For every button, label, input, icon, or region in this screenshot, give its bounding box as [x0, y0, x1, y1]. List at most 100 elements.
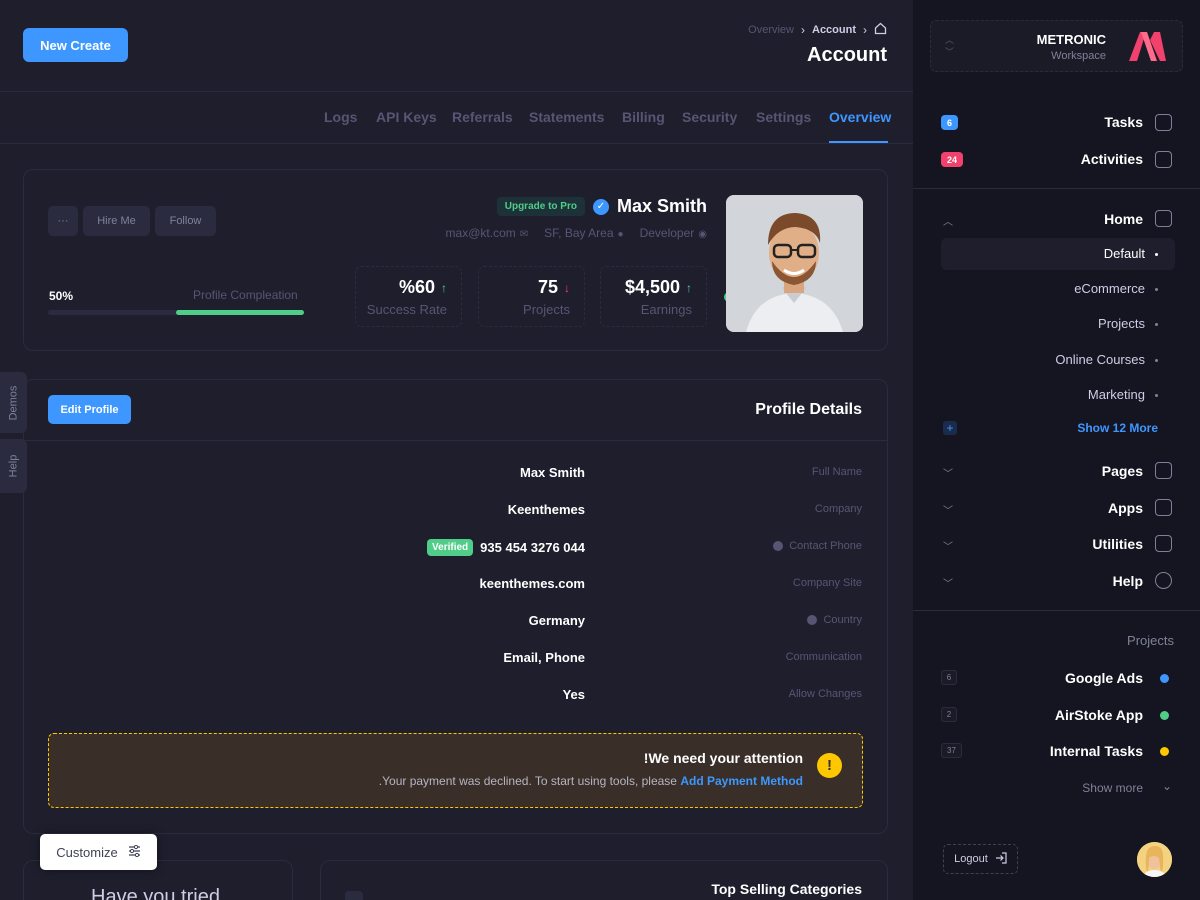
demos-side-tab[interactable]: Demos — [0, 372, 27, 433]
stat-success-rate: %60 ↑ Success Rate — [355, 266, 462, 327]
tab-statements[interactable]: Statements — [529, 109, 604, 125]
sidebar-item-help[interactable]: Help — [1113, 573, 1143, 589]
page-header: New Create Overview › Account › Account — [0, 0, 913, 92]
sidebar-sub-default[interactable]: Default — [1104, 246, 1145, 261]
project-status-dot — [1160, 747, 1169, 756]
detail-value: Yes — [562, 687, 585, 702]
customize-button[interactable]: Customize — [40, 834, 157, 870]
projects-section-title: Projects — [1127, 633, 1174, 648]
tab-bar: Logs API Keys Referrals Statements Billi… — [0, 92, 913, 144]
bullet-dot — [1155, 394, 1158, 397]
detail-value: Max Smith — [519, 465, 585, 480]
detail-row-communication: Email, Phone Communication — [24, 649, 887, 669]
chevron-down-icon[interactable]: ﹀ — [943, 575, 953, 590]
divider — [913, 610, 1200, 611]
home-icon[interactable] — [874, 22, 887, 38]
sliders-icon — [128, 844, 141, 860]
sidebar-item-apps[interactable]: Apps — [1108, 500, 1143, 516]
profile-email[interactable]: max@kt.com ✉ — [446, 226, 529, 240]
add-payment-method-link[interactable]: Add Payment Method — [680, 774, 803, 788]
project-status-dot — [1160, 674, 1169, 683]
project-count-badge: 37 — [941, 743, 962, 758]
sidebar-sub-projects[interactable]: Projects — [1098, 316, 1145, 331]
sidebar-item-tasks[interactable]: Tasks — [1104, 114, 1143, 130]
divider — [913, 188, 1200, 189]
metronic-logo — [1129, 32, 1166, 61]
detail-label: Country — [823, 614, 862, 626]
tab-overview[interactable]: Overview — [829, 109, 891, 125]
notice-message: .Your payment was declined. To start usi… — [378, 774, 677, 788]
sidebar-item-utilities[interactable]: Utilities — [1092, 536, 1143, 552]
bullet-dot — [1155, 253, 1158, 256]
stat-earnings-label: Earnings — [640, 302, 692, 317]
more-options-button[interactable]: ··· — [48, 206, 78, 236]
help-side-tab[interactable]: Help — [0, 439, 27, 493]
hire-me-button[interactable]: Hire Me — [83, 206, 150, 236]
tab-security[interactable]: Security — [682, 109, 737, 125]
chevron-right-icon: › — [863, 23, 867, 37]
user-avatar[interactable] — [1137, 842, 1172, 877]
chevron-up-icon[interactable]: ︿ — [943, 213, 953, 228]
sidebar-sub-marketing[interactable]: Marketing — [1088, 387, 1145, 402]
project-status-dot — [1160, 711, 1169, 720]
follow-button[interactable]: Follow — [155, 206, 216, 236]
chevron-down-icon[interactable]: ﹀ — [943, 465, 953, 480]
tab-billing[interactable]: Billing — [622, 109, 665, 125]
notice-title: !We need your attention — [643, 750, 803, 766]
project-airstoke-app[interactable]: AirStoke App — [1055, 707, 1143, 723]
stat-success-rate-value: %60 — [398, 277, 435, 297]
detail-label: Company Site — [792, 577, 862, 589]
profile-avatar — [726, 195, 863, 332]
sidebar-item-home[interactable]: Home — [1104, 211, 1143, 227]
plus-icon[interactable]: + — [943, 421, 957, 435]
upgrade-to-pro-badge[interactable]: Upgrade to Pro — [496, 197, 585, 216]
show-12-more-link[interactable]: Show 12 More — [1077, 421, 1158, 435]
detail-label: Allow Changes — [788, 688, 862, 700]
tab-referrals[interactable]: Referrals — [452, 109, 513, 125]
project-google-ads[interactable]: Google Ads — [1065, 670, 1143, 686]
sidebar-item-activities[interactable]: Activities — [1081, 151, 1143, 167]
bullet-dot — [1155, 323, 1158, 326]
user-icon: ◉ — [698, 229, 707, 240]
new-create-button[interactable]: New Create — [23, 28, 128, 62]
tab-settings[interactable]: Settings — [756, 109, 811, 125]
chevron-right-icon: › — [801, 23, 805, 37]
activity-chart-icon — [1155, 151, 1172, 168]
arrow-up-icon: ↑ — [441, 280, 447, 295]
sidebar: ︿ ﹀ METRONIC Workspace 6 Tasks 24 Activit… — [913, 0, 1200, 900]
stat-projects-label: Projects — [523, 302, 570, 317]
pages-icon — [1155, 462, 1172, 479]
main-content: New Create Overview › Account › Account … — [0, 0, 913, 900]
sidebar-sub-online-courses[interactable]: Online Courses — [1055, 352, 1145, 367]
sidebar-item-pages[interactable]: Pages — [1102, 463, 1143, 479]
breadcrumb-overview[interactable]: Overview — [748, 24, 794, 36]
chevron-down-icon[interactable]: ⌄ — [1162, 779, 1172, 793]
breadcrumb-account[interactable]: Account — [812, 24, 856, 36]
project-internal-tasks[interactable]: Internal Tasks — [1050, 743, 1143, 759]
detail-label-phone: Contact Phone — [773, 540, 862, 552]
location-pin-icon: ● — [617, 229, 624, 240]
customize-label: Customize — [56, 844, 118, 860]
home-icon — [1155, 210, 1172, 227]
profile-summary-card: ··· Hire Me Follow Upgrade to Pro ✓ Max … — [23, 169, 888, 351]
sidebar-sub-ecommerce[interactable]: eCommerce — [1074, 281, 1145, 296]
tab-logs[interactable]: Logs — [324, 109, 357, 125]
tab-api-keys[interactable]: API Keys — [376, 109, 437, 125]
info-icon[interactable] — [807, 615, 818, 625]
warning-icon: ! — [817, 753, 842, 778]
promo-card-title: Have you tried — [91, 886, 220, 900]
project-count-badge: 2 — [941, 707, 957, 722]
show-more-projects[interactable]: Show more — [1082, 781, 1143, 795]
edit-profile-button[interactable]: Edit Profile — [48, 395, 131, 424]
chevron-up-down-icon: ︿ ﹀ — [945, 35, 955, 57]
profile-completion-bar — [48, 310, 304, 315]
info-icon[interactable] — [773, 541, 784, 551]
company-site-link[interactable]: keenthemes.com — [480, 576, 586, 591]
chevron-down-icon[interactable]: ﹀ — [943, 502, 953, 517]
verified-badge: Verified — [427, 539, 474, 556]
workspace-switcher[interactable]: ︿ ﹀ METRONIC Workspace — [930, 20, 1183, 72]
chevron-down-icon[interactable]: ﹀ — [943, 538, 953, 553]
logout-button[interactable]: Logout — [943, 844, 1018, 874]
menu-icon[interactable] — [345, 891, 363, 900]
workspace-subtitle: Workspace — [1051, 50, 1106, 62]
